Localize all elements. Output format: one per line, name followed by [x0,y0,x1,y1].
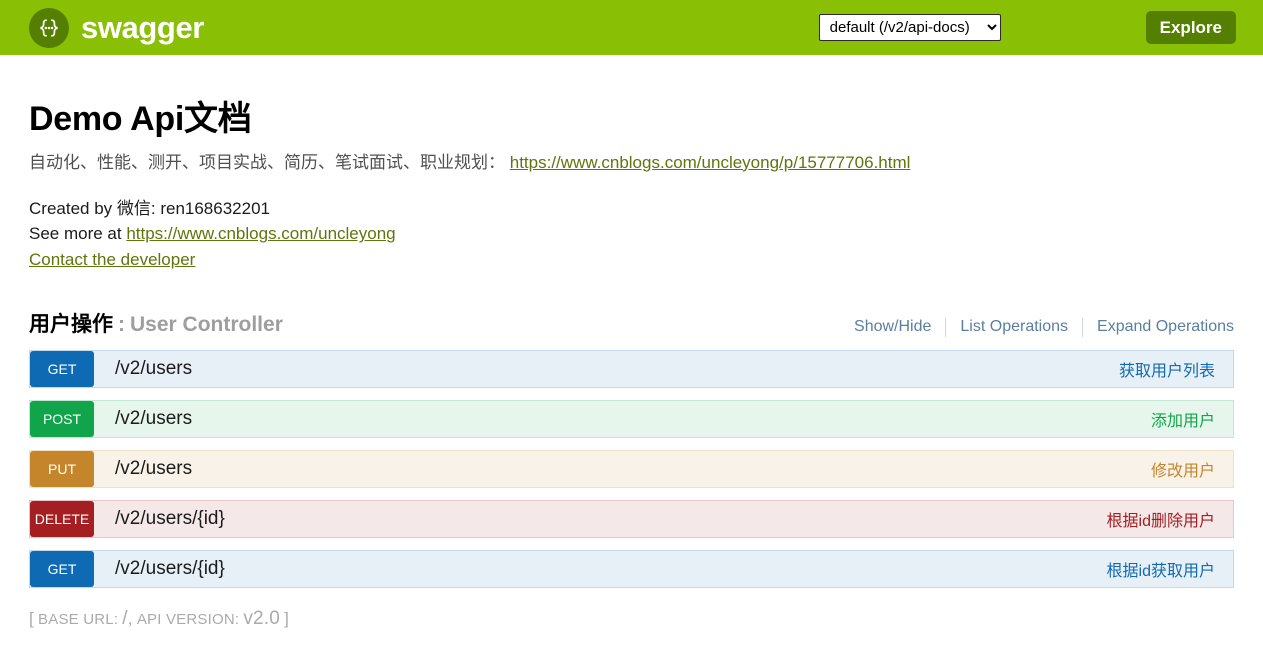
see-more-line: See more at https://www.cnblogs.com/uncl… [29,221,1234,247]
operation-path: /v2/users [115,358,193,380]
resource-separator: : [118,313,125,337]
resource-heading: 用户操作 : User Controller Show/Hide List Op… [29,308,1234,338]
resource-subtitle: User Controller [130,313,283,337]
operation-path: /v2/users/{id} [115,508,225,530]
operation-row[interactable]: PUT /v2/users 修改用户 [29,450,1234,489]
expand-operations-link[interactable]: Expand Operations [1083,318,1234,336]
method-badge: POST [30,401,94,438]
operation-description: 添加用户 [1150,413,1215,431]
method-badge: DELETE [30,501,94,538]
base-url-label: BASE URL: [38,611,119,629]
list-operations-link[interactable]: List Operations [946,318,1082,336]
resource-actions: Show/Hide List Operations Expand Operati… [840,317,1234,337]
see-more-link[interactable]: https://www.cnblogs.com/uncleyong [126,224,395,243]
operations-list: GET /v2/users 获取用户列表 POST /v2/users 添加用户… [29,350,1234,589]
api-description-link[interactable]: https://www.cnblogs.com/uncleyong/p/1577… [510,153,911,172]
top-bar: swagger default (/v2/api-docs) Explore [0,0,1263,55]
contact-developer-link[interactable]: Contact the developer [29,250,195,269]
api-definition-select[interactable]: default (/v2/api-docs) [818,14,1001,41]
show-hide-link[interactable]: Show/Hide [840,318,945,336]
contact-line: Contact the developer [29,247,1234,273]
method-badge: GET [30,551,94,588]
operation-path: /v2/users/{id} [115,558,225,580]
swagger-wordmark: swagger [81,10,204,45]
operation-description: 修改用户 [1150,463,1215,481]
see-more-prefix: See more at [29,224,127,244]
operation-path: /v2/users [115,458,193,480]
api-version-label: API VERSION: [136,611,240,629]
operation-row[interactable]: POST /v2/users 添加用户 [29,400,1234,439]
method-badge: PUT [30,451,94,488]
api-version-value: v2.0 [243,608,281,630]
operation-row[interactable]: GET /v2/users/{id} 根据id获取用户 [29,550,1234,589]
footer-open-bracket: [ [29,609,34,629]
method-badge: GET [30,351,94,388]
api-description: 自动化、性能、测开、项目实战、简历、笔试面试、职业规划： https://www… [29,152,1234,174]
page-title: Demo Api文档 [29,100,252,138]
footer-close-bracket: ] [284,609,290,629]
explore-button[interactable]: Explore [1145,11,1236,44]
api-footer: [ BASE URL: /, API VERSION: v2.0 ] [29,608,1234,630]
main-content: Demo Api文档 自动化、性能、测开、项目实战、简历、笔试面试、职业规划： … [0,99,1263,630]
created-by-line: Created by 微信: ren168632201 [29,198,270,218]
operation-row[interactable]: DELETE /v2/users/{id} 根据id删除用户 [29,500,1234,539]
resource-title[interactable]: 用户操作 [29,308,113,338]
api-select-container: default (/v2/api-docs) [818,14,1001,41]
operation-row[interactable]: GET /v2/users 获取用户列表 [29,350,1234,389]
swagger-logo[interactable]: swagger [29,7,204,48]
footer-comma: , [127,609,133,629]
operation-path: /v2/users [115,408,193,430]
operation-description: 获取用户列表 [1118,363,1215,381]
operation-description: 根据id获取用户 [1106,563,1215,581]
swagger-braces-icon [29,7,69,48]
api-description-text: 自动化、性能、测开、项目实战、简历、笔试面试、职业规划： [29,152,505,172]
api-credits: Created by 微信: ren168632201 See more at … [29,196,1234,273]
operation-description: 根据id删除用户 [1106,513,1215,531]
